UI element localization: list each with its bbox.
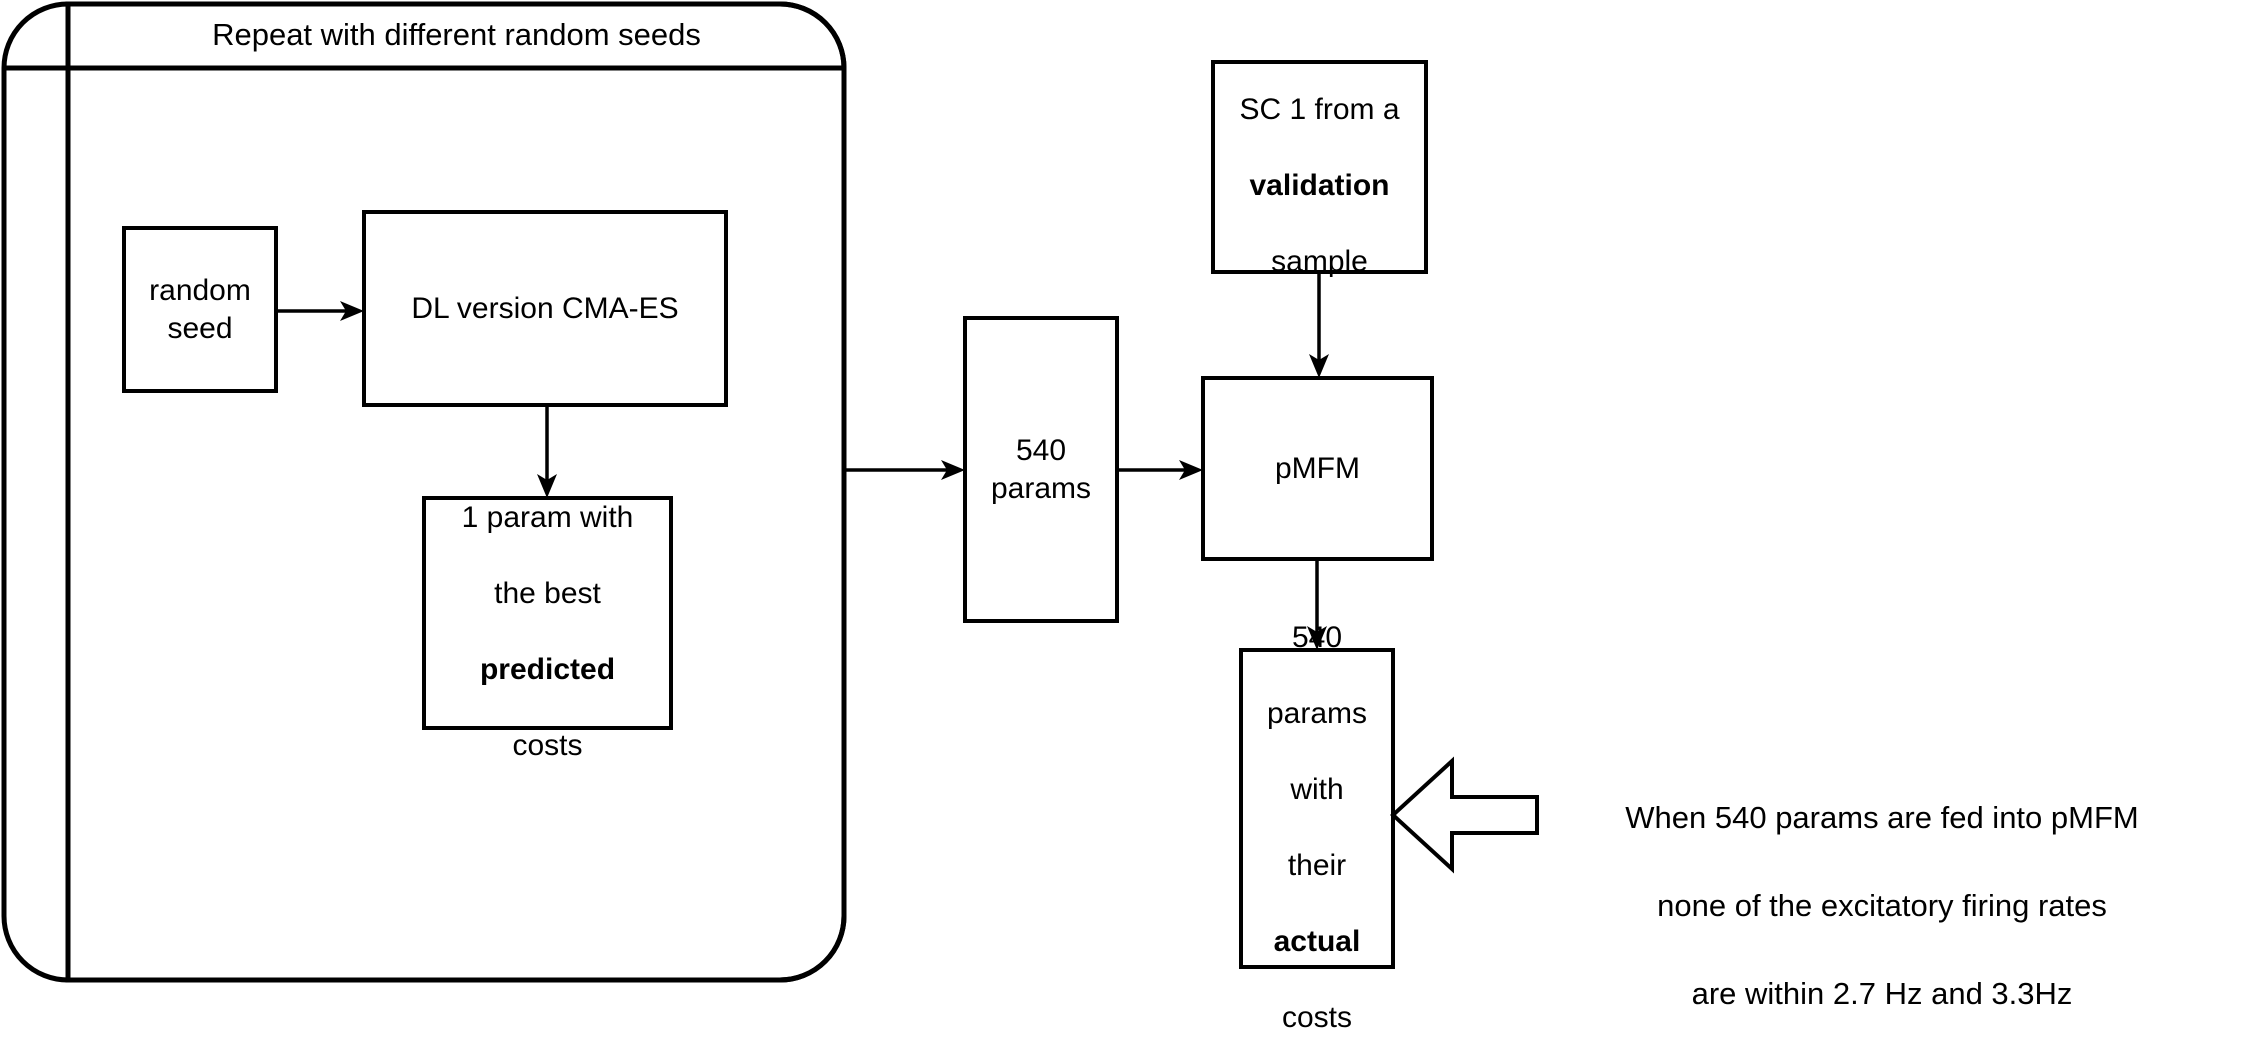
box-dl-cmaes [362, 210, 728, 407]
actual-line-6: costs [1281, 1000, 1352, 1034]
flowchart-diagram: Repeat with different random seeds rando… [0, 0, 2256, 1034]
box-random-seed [122, 226, 278, 393]
repeat-container-outer-stack [1, 1, 847, 983]
repeat-container-inner-stack [65, 1, 847, 983]
callout-block-arrow [1390, 756, 1539, 874]
box-sc1-validation-sample [1211, 60, 1428, 274]
box-pmfm [1201, 376, 1434, 561]
diagram-canvas [1, 1, 1539, 983]
box-540-params-actual-costs [1239, 648, 1395, 969]
box-best-predicted-param [422, 496, 673, 730]
box-540-params [963, 316, 1119, 623]
